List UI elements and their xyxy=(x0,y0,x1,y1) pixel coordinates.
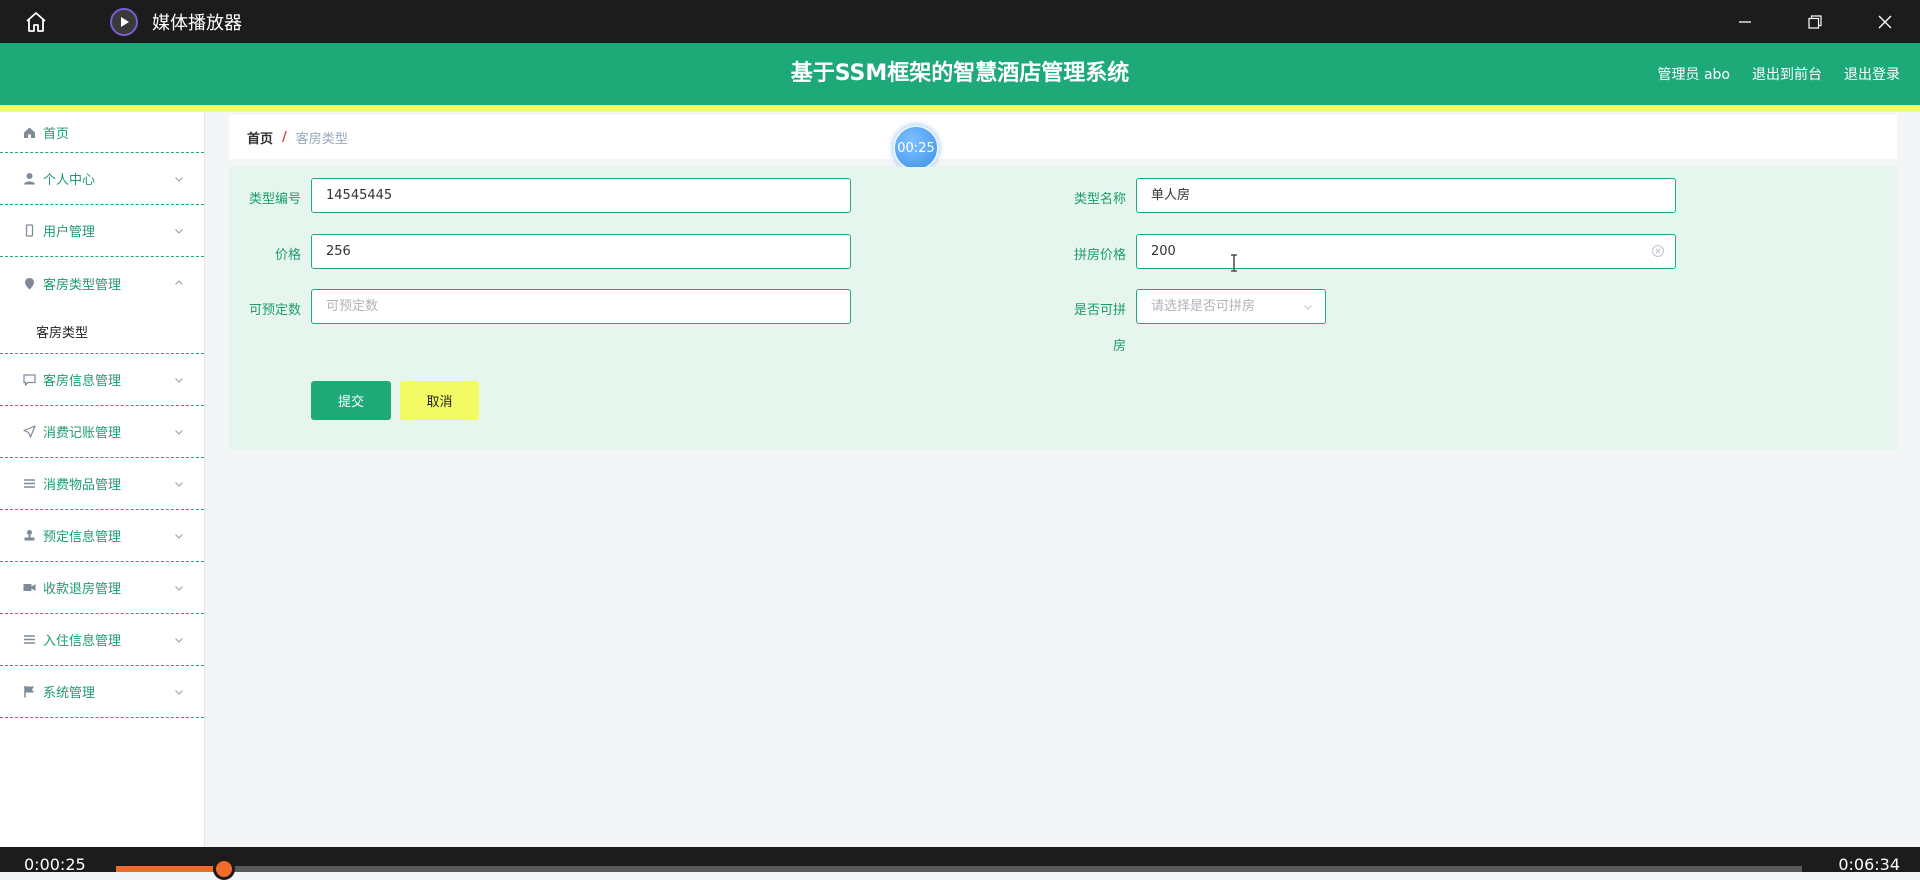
breadcrumb-separator: / xyxy=(282,129,287,145)
bookable-count-label: 可预定数 xyxy=(248,303,301,318)
logout-link[interactable]: 退出登录 xyxy=(1844,64,1900,84)
list-icon xyxy=(22,633,36,647)
sidebar-item-label: 收款退房管理 xyxy=(43,582,122,597)
room-type-form: 类型编号 14545445 类型名称 单人房 价格 256 拼房价格 200 可… xyxy=(229,167,1897,450)
sidebar-item-label: 消费物品管理 xyxy=(43,478,122,493)
type-name-input[interactable]: 单人房 xyxy=(1136,178,1676,213)
player-progress-bar: 0:00:25 0:06:34 xyxy=(0,847,1920,880)
submit-button[interactable]: 提交 xyxy=(311,381,391,420)
sidebar-item-label: 个人中心 xyxy=(43,173,96,188)
close-button[interactable] xyxy=(1850,0,1920,43)
recording-timer-badge: 00:25 xyxy=(893,125,939,171)
chevron-down-icon xyxy=(1304,305,1312,310)
sidebar-item-personal-center[interactable]: 个人中心 xyxy=(0,153,204,205)
sidebar-subitem-label: 客房类型 xyxy=(36,325,89,341)
sidebar-item-home[interactable]: 首页 xyxy=(0,112,204,153)
sidebar-item-label: 系统管理 xyxy=(43,686,96,701)
sidebar-item-consumption-goods-management[interactable]: 消费物品管理 xyxy=(0,458,204,510)
chevron-down-icon xyxy=(175,481,183,487)
back-to-front-link[interactable]: 退出到前台 xyxy=(1752,64,1822,84)
can-share-label-wrap: 房 xyxy=(1112,339,1126,354)
pin-icon xyxy=(22,276,36,290)
sidebar-item-label: 入住信息管理 xyxy=(43,634,122,649)
current-time: 0:00:25 xyxy=(24,855,86,874)
send-icon xyxy=(22,425,36,439)
home-icon xyxy=(22,125,36,139)
bookable-count-input[interactable]: 可预定数 xyxy=(311,289,851,324)
sidebar-item-consumption-record-management[interactable]: 消费记账管理 xyxy=(0,406,204,458)
sidebar-subitem-room-type[interactable]: 客房类型 xyxy=(0,309,204,354)
can-share-label: 是否可拼 xyxy=(1073,303,1126,318)
chevron-down-icon xyxy=(175,377,183,383)
price-label: 价格 xyxy=(274,248,301,263)
app-header: 基于SSM框架的智慧酒店管理系统 管理员 abo 退出到前台 退出登录 xyxy=(0,43,1920,112)
breadcrumb-home[interactable]: 首页 xyxy=(247,128,273,147)
chevron-down-icon xyxy=(175,637,183,643)
share-price-input[interactable]: 200 xyxy=(1136,234,1676,269)
chevron-up-icon xyxy=(175,280,183,285)
user-icon xyxy=(22,172,36,186)
chevron-down-icon xyxy=(175,533,183,539)
media-player-logo-icon xyxy=(110,7,138,36)
sidebar-item-label: 消费记账管理 xyxy=(43,426,122,441)
phone-icon xyxy=(22,224,36,238)
chevron-down-icon xyxy=(175,689,183,695)
player-title-bar: 媒体播放器 xyxy=(0,0,1920,43)
restore-button[interactable] xyxy=(1780,0,1850,43)
app-title: 基于SSM框架的智慧酒店管理系统 xyxy=(790,61,1130,86)
can-share-select-placeholder: 请选择是否可拼房 xyxy=(1151,299,1256,314)
share-price-value: 200 xyxy=(1151,244,1176,259)
type-code-label: 类型编号 xyxy=(248,192,301,207)
chevron-down-icon xyxy=(175,228,183,234)
sidebar-item-system-management[interactable]: 系统管理 xyxy=(0,666,204,718)
price-input[interactable]: 256 xyxy=(311,234,851,269)
chevron-down-icon xyxy=(175,429,183,435)
chevron-down-icon xyxy=(175,176,183,182)
breadcrumb: 首页 / 客房类型 xyxy=(229,115,1897,159)
seek-fill xyxy=(116,866,224,872)
type-code-input[interactable]: 14545445 xyxy=(311,178,851,213)
list-icon xyxy=(22,477,36,491)
cancel-button[interactable]: 取消 xyxy=(400,381,479,420)
stamp-icon xyxy=(22,529,36,543)
sidebar-item-checkin-info-management[interactable]: 入住信息管理 xyxy=(0,614,204,666)
sidebar: 首页 个人中心 用户管理 客房类型管理 客房类型 客房信息管理 消费记账管理 消… xyxy=(0,112,205,847)
sidebar-item-label: 用户管理 xyxy=(43,225,96,240)
type-name-label: 类型名称 xyxy=(1073,192,1126,207)
chat-icon xyxy=(22,373,36,387)
flag-icon xyxy=(22,685,36,699)
home-icon[interactable] xyxy=(22,8,50,36)
sidebar-item-label: 预定信息管理 xyxy=(43,530,122,545)
text-cursor-icon xyxy=(1231,254,1237,272)
sidebar-item-label: 客房类型管理 xyxy=(43,277,122,293)
sidebar-item-label: 客房信息管理 xyxy=(43,374,122,389)
seek-handle[interactable] xyxy=(212,858,235,880)
sidebar-item-checkout-management[interactable]: 收款退房管理 xyxy=(0,562,204,614)
sidebar-item-user-management[interactable]: 用户管理 xyxy=(0,205,204,257)
sidebar-item-booking-info-management[interactable]: 预定信息管理 xyxy=(0,510,204,562)
share-price-label: 拼房价格 xyxy=(1073,248,1126,263)
can-share-select[interactable]: 请选择是否可拼房 xyxy=(1136,289,1326,324)
total-time: 0:06:34 xyxy=(1838,855,1900,874)
sidebar-item-label: 首页 xyxy=(43,126,70,142)
seek-track[interactable] xyxy=(116,858,1802,880)
camera-icon xyxy=(22,581,36,595)
sidebar-item-room-type-management[interactable]: 客房类型管理 xyxy=(0,257,204,309)
current-user: 管理员 abo xyxy=(1657,67,1730,83)
player-title: 媒体播放器 xyxy=(152,12,242,34)
chevron-down-icon xyxy=(175,585,183,591)
minimize-button[interactable] xyxy=(1710,0,1780,43)
sidebar-item-room-info-management[interactable]: 客房信息管理 xyxy=(0,354,204,406)
clear-icon[interactable] xyxy=(1651,244,1665,258)
breadcrumb-current: 客房类型 xyxy=(295,131,348,147)
